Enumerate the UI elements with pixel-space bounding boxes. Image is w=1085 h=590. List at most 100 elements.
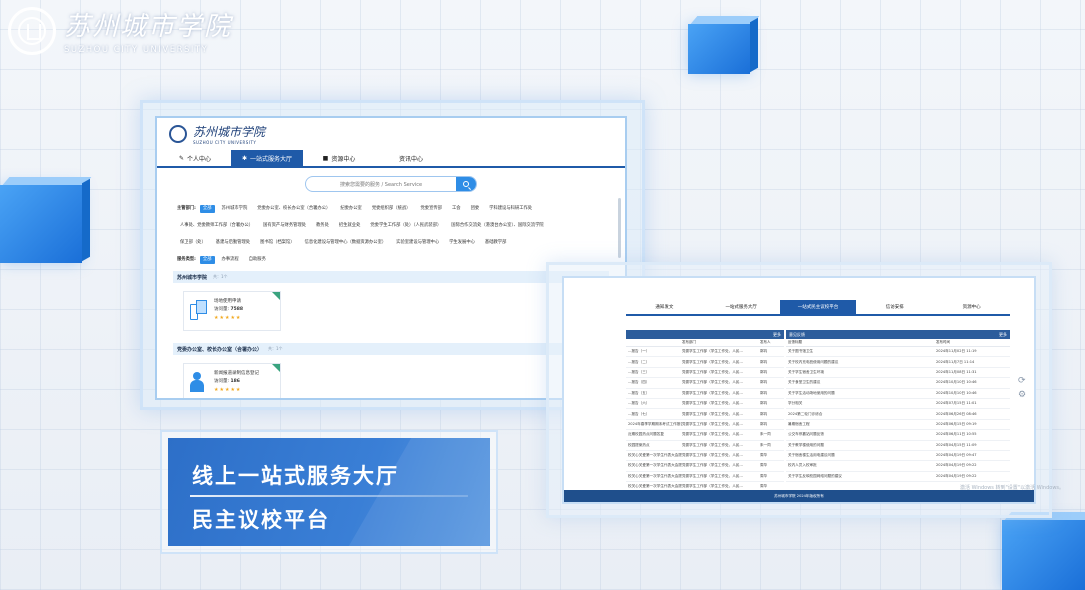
table-row[interactable]: 关于学生宿舍卫生环境 2024年11月08日 11:31 [786,368,1010,379]
table-row[interactable]: ...报告（七） 党委学生工作部（学生工作处、人民... 郭钧 [626,409,784,420]
banner-divider [190,495,468,497]
dept-chip[interactable]: 全部 [199,205,215,213]
table-row[interactable]: ...报告（三） 党委学生工作部（学生工作处、人民... 郭钧 [626,368,784,379]
dept-chip[interactable]: 保卫部（处） [177,239,209,247]
logo-name-cn: 苏州城市学院 [64,12,233,42]
table-row[interactable]: 公交车停靠站问题反馈 2024年06月11日 10:55 [786,430,1010,441]
table-row[interactable]: 校关心关爱第一次学生代表大会提案答复表（四国...党委学生工作部（学生工作处、人… [626,451,784,462]
visit-count: 186 [230,379,240,384]
table-row[interactable]: 校园提案热点 党委学生工作部（学生工作处、人民... 朱一同 [626,441,784,451]
table-row[interactable]: 关于教学楼使用的问题 2024年04月15日 11:09 [786,441,1010,451]
dept-chip[interactable]: 工会 [449,205,464,213]
portal-brand-en: SUZHOU CITY UNIVERSITY [193,140,257,145]
table-row[interactable]: 校关心关爱第一次学生代表大会提案答复表（国际...党委学生工作部（学生工作处、人… [626,472,784,483]
feedback-list-panel: 意见反馈 更多 反馈标题 发布时间 关于图书馆卫生 2024年11月02日 11:19… [786,330,1010,483]
nav-democracy-platform[interactable]: 一站式民主议校平台 [779,300,857,314]
table-row[interactable]: ...报告（二） 党委学生工作部（学生工作处、人民... 郭钧 [626,357,784,368]
table-row[interactable]: 关于食堂卫生的建议 2024年10月10日 10:46 [786,378,1010,389]
banner-title-line1: 线上一站式服务大厅 [192,464,399,488]
type-chip[interactable]: 全部 [199,256,215,264]
nav-resource-center[interactable]: 资源中心 [933,300,1010,314]
more-link[interactable]: 更多 [999,332,1007,338]
table-row[interactable]: 关于学生活动场地使用的问题 2024年10月10日 10:46 [786,389,1010,399]
type-chip[interactable]: 办事流程 [219,256,242,264]
dept-chip[interactable]: 团委 [468,205,483,213]
table-row[interactable]: 关于校内充电桩使用问题的建议 2024年11月7日 11:14 [786,357,1010,368]
table-row[interactable]: 校关心关爱第一次学生代表大会提案答复表（信息...党委学生工作部（学生工作处、人… [626,461,784,472]
dept-chip[interactable]: 苏州城市学院 [219,205,251,213]
search-input[interactable]: 搜索您需要的服务 / Search Service [306,177,456,191]
type-chip[interactable]: 自助服务 [246,256,269,264]
dept-chip[interactable]: 党委学生工作部（处）（人民武装部） [367,222,444,230]
dept-chip[interactable]: 基建与后勤管理处 [213,239,253,247]
nav-resource-center[interactable]: ■ 资源中心 [303,150,375,166]
square-icon: ■ [322,154,329,162]
search-button[interactable] [456,177,476,191]
dept-chip[interactable]: 图书馆（档案馆） [257,239,297,247]
decor-cube-top [688,16,760,74]
visit-count: 7588 [230,307,243,312]
settings-gear-icon[interactable]: ⚙ [1018,390,1026,400]
dept-chip[interactable]: 基础教学部 [482,239,509,247]
dept-chip[interactable]: 教务处 [313,222,332,230]
dept-chip[interactable]: 党委办公室、校长办公室（合署办公） [254,205,333,213]
section-header: 党委办公室、校长办公室（合署办公） 共：1个 [173,343,609,355]
service-title: 新闻报道录制信息登记 [214,371,259,376]
dept-chip[interactable]: 学科建设与科研工作处 [486,205,535,213]
service-card[interactable]: 新闻报道录制信息登记 访问量: 186 ★★★★★ [183,363,281,398]
scrollbar[interactable] [618,198,621,258]
dept-row-1: 主管部门: 全部 苏州城市学院 党委办公室、校长办公室（合署办公） 纪委办公室 党委组织部… [177,200,609,217]
portal-nav: ✎ 个人中心 ✱ 一站式服务大厅 ■ 资源中心 资讯中心 [157,150,625,168]
decor-cube-bottom [1002,512,1085,590]
table-row[interactable]: ...报告（六） 党委学生工作部（学生工作处、人民... 郭钧 [626,399,784,410]
building-icon [190,298,208,322]
table-row[interactable]: 关于学生反映校园网络问题的建议 2024年04月19日 09:22 [786,472,1010,483]
dept-chip[interactable]: 学生发展中心 [446,239,478,247]
table-row[interactable]: 校内人员入校审批 2024年04月19日 09:22 [786,461,1010,472]
table-row[interactable]: 2024年春季学期期末考试工作报告 党委学生工作部（学生工作处、人民... 郭钧 [626,420,784,431]
table-header: 发布部门 发布人 [626,339,784,347]
service-search[interactable]: 搜索您需要的服务 / Search Service [305,176,477,192]
portal-footer: 苏州城市学院 2024年版权所有 [564,490,1034,502]
portal-brand-cn: 苏州城市学院 [193,125,266,139]
dept-chip[interactable]: 招生就业处 [336,222,363,230]
service-title: 场地使用申请 [214,299,241,304]
table-row[interactable]: 学分相关 2024年07月15日 11:01 [786,399,1010,410]
service-card[interactable]: 场地使用申请 访问量: 7588 ★★★★★ [183,291,281,331]
dept-chip[interactable]: 信息化建设与管理中心（数据资源办公室） [302,239,390,247]
refresh-icon[interactable]: ⟳ [1018,376,1026,386]
university-seal-icon [8,6,56,55]
nav-notices[interactable]: 通知发文 [626,300,703,314]
table-row[interactable]: 暑期宿舍工程 2024年06月15日 09:19 [786,420,1010,431]
nav-petition[interactable]: 信访安排 [856,300,933,314]
corner-tag-icon [272,364,280,372]
dept-chip[interactable]: 国际合作交流处（港澳台办公室）、国际交流学院 [448,222,546,230]
democracy-platform-screenshot: 通知发文 一站式服务大厅 一站式民主议校平台 信访安排 资源中心 更多 发布部门… [562,276,1036,504]
rating-stars: ★★★★★ [214,387,242,393]
proposal-list-panel: 更多 发布部门 发布人 ...报告（一） 党委学生工作部（学生工作处、人民... 郭钧… [626,330,784,493]
dept-chip[interactable]: 国有资产与财务管理处 [260,222,309,230]
table-row[interactable]: 关于宿舍楼生活用电建议问题 2024年04月19日 09:47 [786,451,1010,462]
rating-stars: ★★★★★ [214,315,242,321]
nav-service-hall[interactable]: 一站式服务大厅 [703,300,780,314]
dept-chip[interactable]: 人事处、党委教师工作部（合署办公） [177,222,256,230]
nav-news-center[interactable]: 资讯中心 [375,150,447,166]
dept-row-3: 保卫部（处） 基建与后勤管理处 图书馆（档案馆） 信息化建设与管理中心（数据资源办公室… [177,234,609,251]
table-row[interactable]: 2024第二轮门诊综合 2024年06月26日 08:46 [786,409,1010,420]
more-link[interactable]: 更多 [773,332,781,338]
dept-chip[interactable]: 纪委办公室 [337,205,364,213]
nav-personal-center[interactable]: ✎ 个人中心 [159,150,231,166]
table-row[interactable]: ...报告（五） 党委学生工作部（学生工作处、人民... 郭钧 [626,389,784,399]
department-filters: 主管部门: 全部 苏州城市学院 党委办公室、校长办公室（合署办公） 纪委办公室 党委组织部… [157,192,625,268]
table-row[interactable]: 近期校园热点问题答复 党委学生工作部（学生工作处、人民... 朱一同 [626,430,784,441]
table-row[interactable]: 关于图书馆卫生 2024年11月02日 11:19 [786,347,1010,358]
gear-icon: ✱ [241,154,247,162]
banner-title-line2: 民主议校平台 [192,508,330,532]
table-row[interactable]: ...报告（一） 党委学生工作部（学生工作处、人民... 郭钧 [626,347,784,358]
dept-chip[interactable]: 实验室建设与管理中心 [393,239,442,247]
nav-service-hall[interactable]: ✱ 一站式服务大厅 [231,150,303,166]
dept-chip[interactable]: 党委宣传部 [417,205,444,213]
corner-tag-icon [272,292,280,300]
dept-chip[interactable]: 党委组织部（统战） [369,205,414,213]
table-row[interactable]: ...报告（四） 党委学生工作部（学生工作处、人民... 郭钧 [626,378,784,389]
